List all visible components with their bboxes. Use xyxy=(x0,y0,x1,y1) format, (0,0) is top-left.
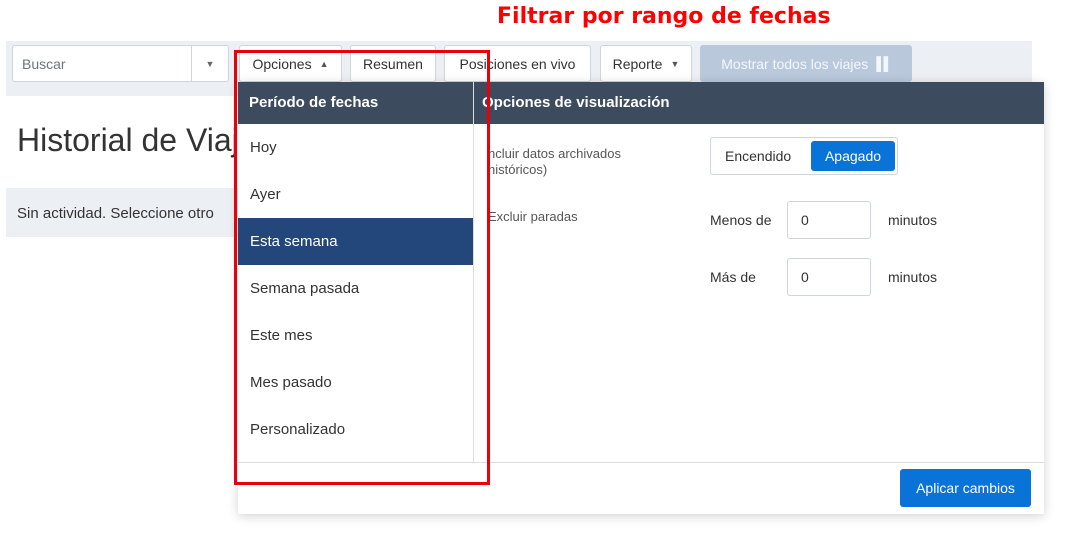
minutes-label: minutos xyxy=(888,212,938,228)
page-title: Historial de Viaj xyxy=(17,122,239,158)
divider xyxy=(238,462,1044,463)
date-item-this-month[interactable]: Este mes xyxy=(238,312,473,359)
less-than-label: Menos de xyxy=(710,212,772,228)
exclude-stops-label: Excluir paradas xyxy=(488,209,578,224)
display-options-header: Opciones de visualización xyxy=(474,82,1044,124)
activity-message: Sin actividad. Seleccione otro xyxy=(17,205,214,222)
chevron-up-icon: ▲ xyxy=(319,58,329,69)
options-button[interactable]: Opciones ▲ xyxy=(239,45,342,82)
toggle-off-option[interactable]: Apagado xyxy=(811,141,895,171)
date-period-list: Hoy Ayer Esta semana Semana pasada Este … xyxy=(238,124,473,453)
date-item-last-month[interactable]: Mes pasado xyxy=(238,359,473,406)
more-than-label: Más de xyxy=(710,269,756,285)
archived-data-toggle: Encendido Apagado xyxy=(710,137,898,175)
report-button[interactable]: Reporte ▼ xyxy=(600,45,692,82)
annotation-title: Filtrar por rango de fechas xyxy=(497,4,831,29)
date-period-header: Período de fechas xyxy=(238,82,473,124)
options-label: Opciones xyxy=(252,55,312,72)
search-placeholder: Buscar xyxy=(22,55,66,72)
toggle-on-option[interactable]: Encendido xyxy=(725,148,791,164)
date-item-last-week[interactable]: Semana pasada xyxy=(238,265,473,312)
chevron-down-icon[interactable]: ▼ xyxy=(192,59,228,69)
live-positions-button[interactable]: Posiciones en vivo xyxy=(444,45,591,82)
more-than-input[interactable]: 0 xyxy=(787,258,871,296)
chevron-down-icon: ▼ xyxy=(670,58,680,69)
show-all-label: Mostrar todos los viajes xyxy=(721,55,869,72)
divider xyxy=(473,82,474,462)
date-item-yesterday[interactable]: Ayer xyxy=(238,171,473,218)
apply-changes-button[interactable]: Aplicar cambios xyxy=(900,469,1031,507)
show-all-trips-button[interactable]: Mostrar todos los viajes ▌▌ xyxy=(700,45,912,82)
report-label: Reporte xyxy=(612,55,663,72)
minutes-label: minutos xyxy=(888,269,938,285)
search-select[interactable]: Buscar ▼ xyxy=(12,45,229,82)
date-item-custom[interactable]: Personalizado xyxy=(238,406,473,453)
archived-data-label: ncluir datos archivados históricos) xyxy=(488,146,621,177)
date-item-today[interactable]: Hoy xyxy=(238,124,473,171)
summary-button[interactable]: Resumen xyxy=(350,45,436,82)
options-dropdown-panel: Período de fechas Opciones de visualizac… xyxy=(238,82,1044,514)
map-icon: ▌▌ xyxy=(876,56,892,71)
less-than-input[interactable]: 0 xyxy=(787,201,871,239)
date-item-this-week[interactable]: Esta semana xyxy=(238,218,473,265)
